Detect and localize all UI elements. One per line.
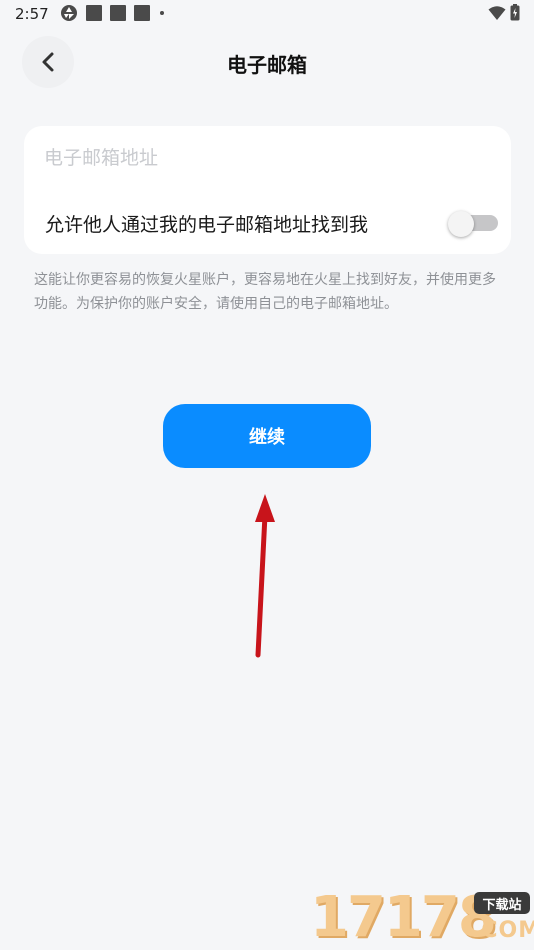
notification-square-icon [110, 5, 126, 21]
watermark-badge: 下载站 [474, 892, 530, 914]
status-bar: 2:57 [0, 0, 534, 28]
email-input[interactable] [44, 140, 484, 176]
aperture-icon [61, 5, 77, 21]
wifi-icon [488, 5, 506, 20]
page-title: 电子邮箱 [227, 53, 307, 77]
email-settings-card: 允许他人通过我的电子邮箱地址找到我 [24, 126, 511, 254]
battery-icon [510, 4, 520, 21]
status-time: 2:57 [15, 5, 49, 23]
notification-square-icon [134, 5, 150, 21]
hint-text: 这能让你更容易的恢复火星账户，更容易地在火星上找到好友，并使用更多功能。为保护你… [34, 272, 496, 312]
more-notifications-dot-icon [160, 11, 164, 15]
discoverable-toggle-label: 允许他人通过我的电子邮箱地址找到我 [45, 214, 369, 236]
screen: 2:57 电子邮箱 电子邮箱地址 允许他人通过我的电子邮箱地址找到我 这能让你更… [0, 0, 534, 950]
discoverable-toggle[interactable] [448, 211, 498, 237]
notification-icons [60, 4, 164, 22]
notification-square-icon [86, 5, 102, 21]
toggle-thumb [448, 211, 474, 237]
continue-button[interactable]: 继续 [163, 404, 371, 468]
system-icons [488, 4, 520, 21]
watermark-logo: 17178 下载站 .COM [310, 885, 534, 950]
watermark-number: 17178 [310, 885, 497, 950]
watermark-suffix: .COM [472, 918, 534, 943]
